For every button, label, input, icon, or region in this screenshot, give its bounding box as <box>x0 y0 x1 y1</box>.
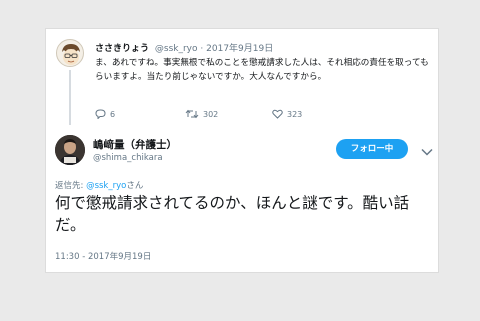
replying-mention-link[interactable]: @ssk_ryo <box>86 181 126 191</box>
main-author-handle[interactable]: @shima_chikara <box>93 153 163 163</box>
retweet-action[interactable]: 302 <box>185 109 218 119</box>
chevron-down-icon <box>421 148 433 156</box>
reply-header: ささきりょう @ssk_ryo · 2017年9月19日 <box>95 41 273 54</box>
like-count: 323 <box>287 109 303 119</box>
reply-count: 6 <box>110 109 116 119</box>
more-options-button[interactable] <box>420 143 434 156</box>
following-button[interactable]: フォロー中 <box>336 139 408 159</box>
thread-connector-line <box>69 70 71 125</box>
replying-suffix: さん <box>126 181 144 191</box>
main-tweet-text: 何で懲戒請求されてるのか、ほんと謎です。酷い話だ。 <box>55 194 410 234</box>
replying-prefix: 返信先: <box>55 181 87 191</box>
reply-author-avatar[interactable] <box>56 39 84 67</box>
reply-tweet-text: ま、あれですね。事実無根で私のことを懲戒請求した人は、それ相応の責任を取ってもら… <box>95 58 429 82</box>
profile-photo-icon <box>55 135 85 165</box>
main-author-avatar[interactable] <box>55 135 85 165</box>
retweet-arrows-icon <box>185 109 199 119</box>
speech-bubble-icon <box>95 109 106 119</box>
retweet-count: 302 <box>203 109 219 119</box>
main-author-name[interactable]: 嶋﨑量（弁護士） <box>93 137 177 152</box>
tweet-card: ささきりょう @ssk_ryo · 2017年9月19日 ま、あれですね。事実無… <box>45 28 439 273</box>
heart-icon <box>272 109 283 119</box>
like-action[interactable]: 323 <box>272 109 302 119</box>
reply-date[interactable]: 2017年9月19日 <box>206 44 273 54</box>
main-tweet-timestamp[interactable]: 11:30 - 2017年9月19日 <box>55 250 151 262</box>
reply-author-name[interactable]: ささきりょう <box>95 44 149 54</box>
reply-separator: · <box>200 44 204 54</box>
reply-author-handle[interactable]: @ssk_ryo <box>155 44 198 54</box>
cartoon-face-icon <box>62 44 80 65</box>
reply-action[interactable]: 6 <box>95 109 115 119</box>
replying-to-line: 返信先: @ssk_ryoさん <box>55 179 143 191</box>
